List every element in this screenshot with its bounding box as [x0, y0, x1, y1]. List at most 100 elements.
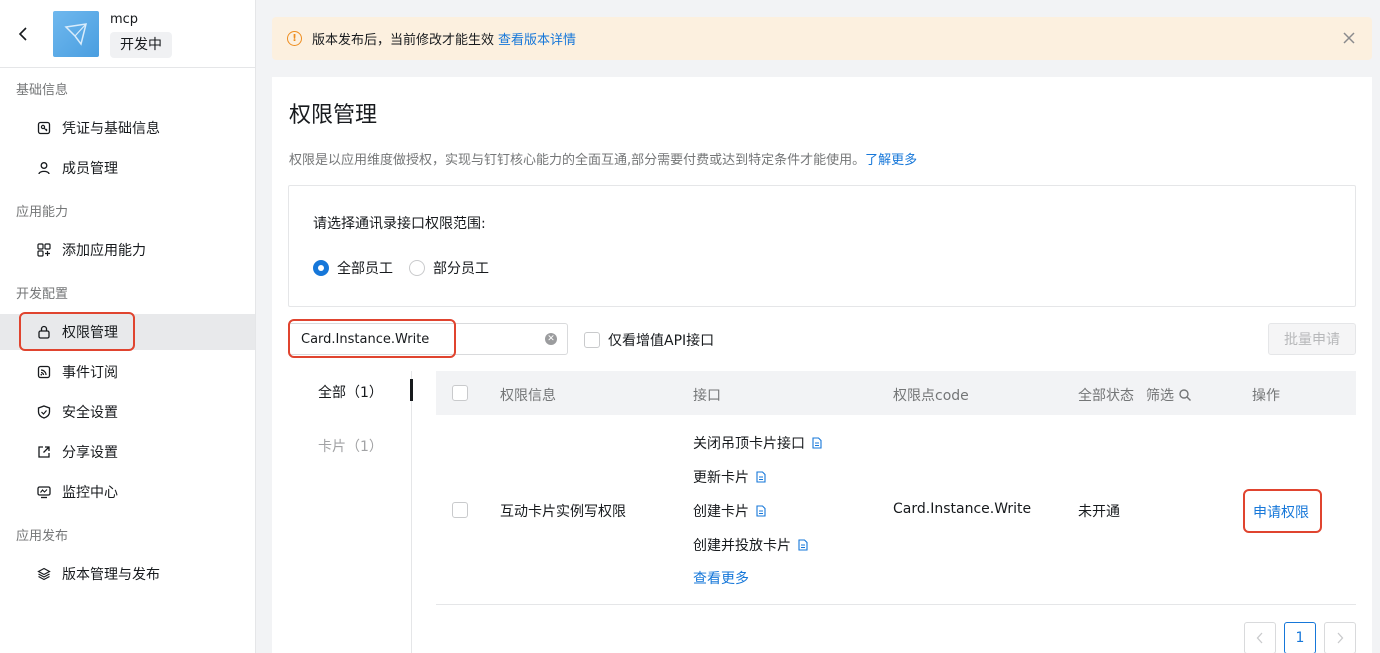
monitor-icon — [36, 484, 52, 500]
group-title-dev-config: 开发配置 — [16, 287, 69, 302]
radio-label: 全部员工 — [337, 261, 393, 277]
app-logo-icon — [64, 23, 88, 46]
main-panel: 权限管理 权限是以应用维度做授权，实现与钉钉核心能力的全面互通,部分需要付费或达… — [272, 77, 1372, 653]
document-icon[interactable] — [812, 437, 822, 449]
page-title: 权限管理 — [289, 103, 378, 128]
api-name: 关闭吊顶卡片接口 — [693, 436, 805, 452]
page-number[interactable]: 1 — [1284, 622, 1316, 653]
sidebar-item-credentials[interactable]: 凭证与基础信息 — [0, 110, 255, 146]
back-button[interactable] — [14, 24, 32, 44]
filter-button[interactable]: 筛选 — [1146, 385, 1192, 405]
description-text: 权限是以应用维度做授权，实现与钉钉核心能力的全面互通,部分需要付费或达到特定条件… — [289, 153, 866, 168]
document-icon[interactable] — [756, 471, 766, 483]
radio-dot — [409, 260, 425, 276]
sidebar-item-permissions[interactable]: 权限管理 — [0, 314, 255, 350]
batch-apply-button[interactable]: 批量申请 — [1268, 323, 1356, 355]
api-item[interactable]: 创建并投放卡片 — [693, 535, 808, 555]
apps-add-icon — [36, 242, 52, 258]
search-input[interactable]: Card.Instance.Write ✕ — [288, 323, 568, 355]
document-icon[interactable] — [756, 505, 766, 517]
radio-dot — [313, 260, 329, 276]
app-name: mcp — [110, 12, 139, 27]
tab-card[interactable]: 卡片（1） — [318, 436, 383, 456]
column-header-status[interactable]: 全部状态 — [1078, 385, 1134, 405]
sidebar-item-versions[interactable]: 版本管理与发布 — [0, 556, 255, 592]
group-title-basic: 基础信息 — [16, 83, 69, 98]
sidebar-item-events[interactable]: 事件订阅 — [0, 354, 255, 390]
checkbox[interactable] — [584, 332, 600, 348]
sidebar-item-label: 成员管理 — [62, 161, 118, 177]
sidebar-item-label: 版本管理与发布 — [62, 567, 160, 583]
view-version-link[interactable]: 查看版本详情 — [498, 29, 576, 48]
permission-code: Card.Instance.Write — [893, 501, 1032, 517]
row-checkbox[interactable] — [452, 502, 468, 518]
search-value: Card.Instance.Write — [301, 331, 430, 347]
lock-icon — [36, 324, 52, 340]
table-header: 权限信息 接口 权限点code 全部状态 筛选 操作 — [436, 371, 1356, 415]
group-title-publish: 应用发布 — [16, 529, 69, 544]
column-header-api: 接口 — [693, 388, 721, 404]
category-tabs: 全部（1） 卡片（1） — [288, 371, 413, 653]
sidebar-item-add-capability[interactable]: 添加应用能力 — [0, 232, 255, 268]
user-icon — [36, 160, 52, 176]
sidebar-item-security[interactable]: 安全设置 — [0, 394, 255, 430]
api-item[interactable]: 关闭吊顶卡片接口 — [693, 433, 822, 453]
prev-page-button[interactable] — [1244, 622, 1276, 653]
sidebar-item-label: 权限管理 — [62, 325, 118, 341]
tab-all[interactable]: 全部（1） — [318, 382, 383, 402]
api-item[interactable]: 更新卡片 — [693, 467, 766, 487]
api-name: 创建并投放卡片 — [693, 538, 791, 554]
select-all-checkbox[interactable] — [452, 385, 468, 401]
search-icon — [1179, 389, 1191, 401]
app-logo — [53, 11, 99, 57]
view-more-link[interactable]: 查看更多 — [693, 568, 749, 588]
sidebar-item-label: 安全设置 — [62, 405, 118, 421]
chevron-right-icon — [1337, 632, 1344, 644]
checkbox-label: 仅看增值API接口 — [608, 333, 715, 349]
api-name: 创建卡片 — [693, 504, 749, 520]
api-item[interactable]: 创建卡片 — [693, 501, 766, 521]
sidebar-item-label: 添加应用能力 — [62, 243, 146, 259]
share-icon — [36, 444, 52, 460]
radio-all-staff[interactable]: 全部员工 — [313, 258, 393, 278]
chevron-left-icon — [1256, 632, 1263, 644]
sidebar-item-monitor[interactable]: 监控中心 — [0, 474, 255, 510]
shield-icon — [36, 404, 52, 420]
only-value-api-checkbox[interactable]: 仅看增值API接口 — [584, 330, 714, 350]
permission-name: 互动卡片实例写权限 — [500, 504, 626, 520]
app-header: mcp 开发中 — [0, 0, 255, 68]
notice-banner: ! 版本发布后，当前修改才能生效 查看版本详情 — [272, 17, 1372, 60]
scope-box: 请选择通讯录接口权限范围: 全部员工 部分员工 — [288, 185, 1356, 307]
clear-icon[interactable]: ✕ — [545, 333, 557, 345]
sidebar-item-share[interactable]: 分享设置 — [0, 434, 255, 470]
api-name: 更新卡片 — [693, 470, 749, 486]
column-header-action: 操作 — [1252, 388, 1280, 404]
tab-indicator — [410, 379, 413, 401]
rss-icon — [36, 364, 52, 380]
sidebar-item-members[interactable]: 成员管理 — [0, 150, 255, 186]
sidebar: mcp 开发中 基础信息 凭证与基础信息 成员管理 应用能力 添加应用能力 开发… — [0, 0, 256, 653]
app-status-badge: 开发中 — [110, 32, 172, 58]
scope-label: 请选择通讯录接口权限范围: — [313, 216, 486, 232]
close-icon[interactable] — [1340, 29, 1358, 47]
chevron-left-icon — [18, 27, 27, 41]
sidebar-item-label: 凭证与基础信息 — [62, 121, 160, 137]
permission-status: 未开通 — [1078, 504, 1120, 520]
notice-text: 版本发布后，当前修改才能生效 — [312, 33, 495, 48]
sidebar-item-label: 分享设置 — [62, 445, 118, 461]
radio-partial-staff[interactable]: 部分员工 — [409, 258, 489, 278]
credential-icon — [36, 120, 52, 136]
warning-icon: ! — [287, 31, 302, 46]
next-page-button[interactable] — [1324, 622, 1356, 653]
table-row: 互动卡片实例写权限 关闭吊顶卡片接口 更新卡片 创建卡片 创建并投放卡片 查看更… — [436, 415, 1356, 605]
learn-more-link[interactable]: 了解更多 — [865, 153, 917, 168]
radio-label: 部分员工 — [433, 261, 489, 277]
page-description: 权限是以应用维度做授权，实现与钉钉核心能力的全面互通,部分需要付费或达到特定条件… — [289, 149, 917, 168]
layers-icon — [36, 566, 52, 582]
group-title-capabilities: 应用能力 — [16, 205, 69, 220]
document-icon[interactable] — [798, 539, 808, 551]
column-header-code: 权限点code — [893, 388, 969, 404]
apply-permission-button[interactable]: 申请权限 — [1253, 502, 1309, 522]
sidebar-item-label: 事件订阅 — [62, 365, 118, 381]
filter-label: 筛选 — [1146, 388, 1174, 404]
